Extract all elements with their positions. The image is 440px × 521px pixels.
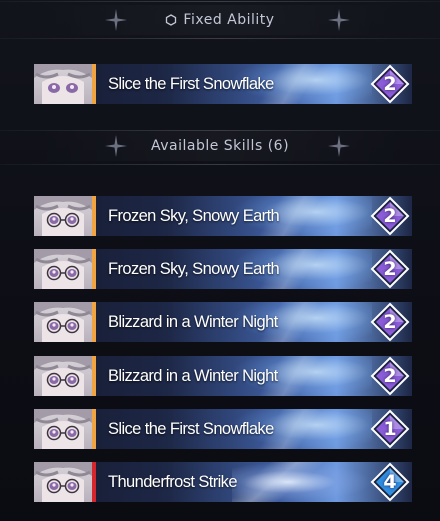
skill-card[interactable]: Frozen Sky, Snowy Earth 2 — [34, 196, 412, 236]
sparkle-icon — [328, 9, 350, 31]
cost-value: 2 — [383, 258, 397, 280]
skill-name: Blizzard in a Winter Night — [108, 367, 278, 385]
skill-card[interactable]: Slice the First Snowflake 1 — [34, 409, 412, 449]
rarity-accent-bar — [92, 409, 96, 449]
cost-value: 2 — [383, 73, 397, 95]
skill-art — [232, 462, 372, 502]
section-title: Available Skills (6) — [150, 138, 290, 154]
character-portrait — [34, 196, 92, 236]
rarity-accent-bar — [92, 462, 96, 502]
rarity-accent-bar — [92, 356, 96, 396]
divider — [0, 38, 440, 39]
skill-card[interactable]: Frozen Sky, Snowy Earth 2 — [34, 249, 412, 289]
skill-cost-badge: 2 — [368, 356, 412, 396]
skill-name: Slice the First Snowflake — [108, 420, 274, 438]
sparkle-icon — [105, 9, 127, 31]
skill-name: Frozen Sky, Snowy Earth — [108, 260, 280, 278]
cost-value: 4 — [383, 471, 397, 493]
rarity-accent-bar — [92, 64, 96, 104]
skill-card[interactable]: Blizzard in a Winter Night 2 — [34, 356, 412, 396]
skill-panel: Fixed Ability Slice the First Snowflake — [0, 0, 440, 521]
skill-cost-badge: 2 — [368, 64, 412, 104]
rarity-accent-bar — [92, 249, 96, 289]
skill-cost-badge: 2 — [368, 302, 412, 342]
skill-name: Blizzard in a Winter Night — [108, 313, 278, 331]
character-portrait — [34, 302, 92, 342]
skill-name: Thunderfrost Strike — [108, 473, 238, 491]
skill-name: Slice the First Snowflake — [108, 75, 274, 93]
fixed-ability-header: Fixed Ability — [34, 5, 406, 35]
available-skills-header: Available Skills (6) — [34, 131, 406, 161]
sparkle-icon — [328, 135, 350, 157]
skill-name: Frozen Sky, Snowy Earth — [108, 207, 280, 225]
skill-cost-badge: 4 — [368, 462, 412, 502]
rarity-accent-bar — [92, 302, 96, 342]
sparkle-icon — [105, 135, 127, 157]
character-portrait — [34, 409, 92, 449]
section-title: Fixed Ability — [165, 12, 274, 28]
skill-cost-badge: 1 — [368, 409, 412, 449]
character-portrait — [34, 356, 92, 396]
cost-value: 1 — [383, 418, 397, 440]
cost-value: 2 — [383, 311, 397, 333]
divider — [0, 164, 440, 165]
divider — [0, 1, 440, 2]
skill-cost-badge: 2 — [368, 249, 412, 289]
character-portrait — [34, 249, 92, 289]
skill-cost-badge: 2 — [368, 196, 412, 236]
skill-card[interactable]: Thunderfrost Strike 4 — [34, 462, 412, 502]
fixed-skill-card[interactable]: Slice the First Snowflake 2 — [34, 64, 412, 104]
character-portrait — [34, 462, 92, 502]
character-portrait — [34, 64, 92, 104]
cost-value: 2 — [383, 205, 397, 227]
fixed-ability-label: Fixed Ability — [183, 12, 275, 28]
hexagon-icon — [166, 14, 177, 26]
skill-card[interactable]: Blizzard in a Winter Night 2 — [34, 302, 412, 342]
cost-value: 2 — [383, 365, 397, 387]
rarity-accent-bar — [92, 196, 96, 236]
